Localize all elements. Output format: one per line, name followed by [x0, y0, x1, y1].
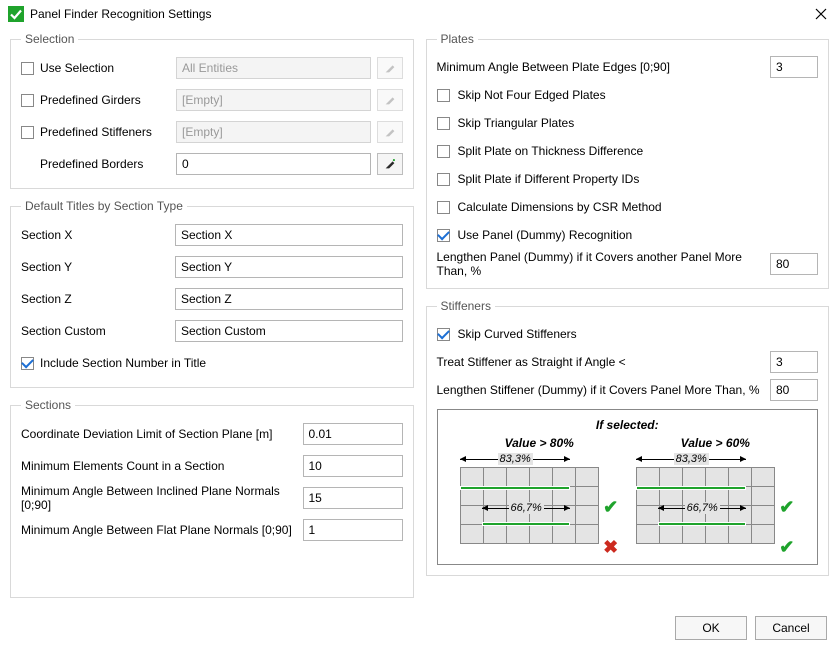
predef-girders-label: Predefined Girders [40, 93, 170, 107]
section-custom-field[interactable]: Section Custom [175, 320, 403, 342]
min-elems-field[interactable]: 10 [303, 455, 403, 477]
predef-girders-field: [Empty] [176, 89, 371, 111]
plates-legend: Plates [437, 32, 478, 46]
check-icon: ✔ [779, 498, 794, 516]
ok-button[interactable]: OK [675, 616, 747, 640]
min-angle-flat-label: Minimum Angle Between Flat Plane Normals… [21, 523, 297, 537]
stiffeners-group: Stiffeners Skip Curved Stiffeners Treat … [426, 299, 830, 576]
check-icon: ✔ [603, 498, 618, 516]
stiffeners-legend: Stiffeners [437, 299, 495, 313]
diagram-right-dim2: 66,7% [685, 502, 720, 514]
split-property-label: Split Plate if Different Property IDs [458, 172, 640, 186]
min-angle-flat-field[interactable]: 1 [303, 519, 403, 541]
section-custom-label: Section Custom [21, 324, 169, 338]
cancel-button[interactable]: Cancel [755, 616, 827, 640]
section-y-field[interactable]: Section Y [175, 256, 403, 278]
diagram-right-dim1: 83,3% [674, 453, 709, 465]
diagram-left-dim1: 83,3% [498, 453, 533, 465]
app-icon [8, 6, 24, 22]
diagram-left-title: Value > 80% [505, 436, 574, 450]
selection-group: Selection Use Selection All Entities Pre… [10, 32, 414, 189]
predef-girders-checkbox[interactable] [21, 94, 34, 107]
split-thickness-label: Split Plate on Thickness Difference [458, 144, 644, 158]
min-elems-label: Minimum Elements Count in a Section [21, 459, 297, 473]
diagram-header: If selected: [596, 418, 659, 432]
dialog-buttons: OK Cancel [0, 608, 839, 648]
predef-girders-picker [377, 89, 403, 111]
window-title: Panel Finder Recognition Settings [30, 7, 811, 21]
plates-group: Plates Minimum Angle Between Plate Edges… [426, 32, 830, 289]
min-angle-inclined-label: Minimum Angle Between Inclined Plane Nor… [21, 484, 297, 512]
include-number-checkbox[interactable] [21, 357, 34, 370]
sections-legend: Sections [21, 398, 75, 412]
selection-legend: Selection [21, 32, 78, 46]
section-z-field[interactable]: Section Z [175, 288, 403, 310]
csr-label: Calculate Dimensions by CSR Method [458, 200, 662, 214]
section-z-label: Section Z [21, 292, 169, 306]
section-x-label: Section X [21, 228, 169, 242]
skip-not-four-label: Skip Not Four Edged Plates [458, 88, 606, 102]
lengthen-panel-label: Lengthen Panel (Dummy) if it Covers anot… [437, 250, 763, 278]
csr-checkbox[interactable] [437, 201, 450, 214]
skip-curved-checkbox[interactable] [437, 328, 450, 341]
use-dummy-label: Use Panel (Dummy) Recognition [458, 228, 633, 242]
predef-stiffeners-field: [Empty] [176, 121, 371, 143]
predef-borders-picker[interactable] [377, 153, 403, 175]
lengthen-stiffener-label: Lengthen Stiffener (Dummy) if it Covers … [437, 383, 763, 397]
section-y-label: Section Y [21, 260, 169, 274]
section-x-field[interactable]: Section X [175, 224, 403, 246]
diagram-left-dim2: 66,7% [509, 502, 544, 514]
check-icon: ✔ [779, 538, 794, 556]
treat-straight-label: Treat Stiffener as Straight if Angle < [437, 355, 763, 369]
skip-triangular-label: Skip Triangular Plates [458, 116, 575, 130]
skip-triangular-checkbox[interactable] [437, 117, 450, 130]
coord-dev-field[interactable]: 0.01 [303, 423, 403, 445]
skip-curved-label: Skip Curved Stiffeners [458, 327, 577, 341]
treat-straight-field[interactable]: 3 [770, 351, 818, 373]
close-icon[interactable] [811, 4, 831, 24]
predef-borders-field[interactable]: 0 [176, 153, 371, 175]
title-bar: Panel Finder Recognition Settings [0, 0, 839, 28]
predef-stiffeners-label: Predefined Stiffeners [40, 125, 170, 139]
coord-dev-label: Coordinate Deviation Limit of Section Pl… [21, 427, 297, 441]
min-angle-edges-label: Minimum Angle Between Plate Edges [0;90] [437, 60, 763, 74]
predef-borders-label: Predefined Borders [40, 157, 170, 171]
split-thickness-checkbox[interactable] [437, 145, 450, 158]
use-selection-picker [377, 57, 403, 79]
lengthen-stiffener-field[interactable]: 80 [770, 379, 818, 401]
sections-group: Sections Coordinate Deviation Limit of S… [10, 398, 414, 598]
predef-stiffeners-picker [377, 121, 403, 143]
predef-stiffeners-checkbox[interactable] [21, 126, 34, 139]
diagram-right-title: Value > 60% [681, 436, 750, 450]
cross-icon: ✖ [603, 538, 618, 556]
use-selection-checkbox[interactable] [21, 62, 34, 75]
split-property-checkbox[interactable] [437, 173, 450, 186]
include-number-label: Include Section Number in Title [40, 356, 206, 370]
lengthen-panel-field[interactable]: 80 [770, 253, 818, 275]
skip-not-four-checkbox[interactable] [437, 89, 450, 102]
use-selection-label: Use Selection [40, 61, 170, 75]
use-dummy-checkbox[interactable] [437, 229, 450, 242]
titles-legend: Default Titles by Section Type [21, 199, 187, 213]
min-angle-edges-field[interactable]: 3 [770, 56, 818, 78]
min-angle-inclined-field[interactable]: 15 [303, 487, 403, 509]
stiffener-diagram: If selected: Value > 80% 83,3% [437, 409, 819, 565]
titles-group: Default Titles by Section Type Section X… [10, 199, 414, 388]
use-selection-field: All Entities [176, 57, 371, 79]
